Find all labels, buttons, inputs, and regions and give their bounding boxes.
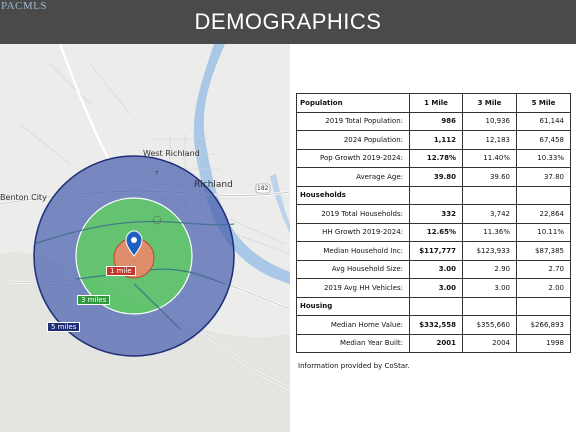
- three-mile-label: 3 miles: [77, 295, 111, 305]
- cell-3-mile: 2.90: [462, 259, 517, 279]
- column-header-5-mile: 5 Mile: [516, 93, 571, 113]
- cell-3-mile: 10,936: [462, 111, 517, 131]
- cell-3-mile: 3,742: [462, 204, 517, 224]
- cell-5-mile: 67,458: [516, 130, 571, 150]
- road-marker: 7: [155, 171, 159, 177]
- cell-5-mile: 61,144: [516, 111, 571, 131]
- cell-5-mile: 2.00: [516, 278, 571, 298]
- section-title: Housing: [296, 296, 410, 316]
- cell-1-mile: 332: [409, 204, 463, 224]
- row-label: Median Home Value:: [296, 315, 410, 335]
- cell-1-mile: 2001: [409, 333, 463, 353]
- place-label-west-richland: West Richland: [143, 149, 200, 158]
- row-label: 2024 Population:: [296, 130, 410, 150]
- row-label: Median Year Built:: [296, 333, 410, 353]
- table-row: 2019 Total Households: 332 3,742 22,864: [296, 204, 571, 224]
- row-label: Avg Household Size:: [296, 259, 410, 279]
- table-row: Avg Household Size: 3.00 2.90 2.70: [296, 259, 571, 279]
- section-header-households: Households: [296, 185, 571, 205]
- cell-1-mile: $332,558: [409, 315, 463, 335]
- section-title: Households: [296, 185, 410, 205]
- cell-5-mile: 10.33%: [516, 148, 571, 168]
- table-row: Median Household Inc: $117,777 $123,933 …: [296, 241, 571, 261]
- row-label: 2019 Total Households:: [296, 204, 410, 224]
- table-row: 2024 Population: 1,112 12,183 67,458: [296, 130, 571, 150]
- cell-1-mile: 986: [409, 111, 463, 131]
- section-title: Population: [296, 93, 410, 113]
- cell-1-mile: 12.78%: [409, 148, 463, 168]
- one-mile-label: 1 mile: [106, 266, 136, 276]
- cell-1-mile: 1,112: [409, 130, 463, 150]
- cell-1-mile: 3.00: [409, 278, 463, 298]
- cell-3-mile: $355,660: [462, 315, 517, 335]
- cell-5-mile: 2.70: [516, 259, 571, 279]
- cell-3-mile: 11.36%: [462, 222, 517, 242]
- table-row: Average Age: 39.80 39.60 37.80: [296, 167, 571, 187]
- source-note: Information provided by CoStar.: [298, 362, 410, 370]
- cell-5-mile: 37.80: [516, 167, 571, 187]
- cell-5-mile: $266,893: [516, 315, 571, 335]
- cell-3-mile: 12,183: [462, 130, 517, 150]
- table-row: HH Growth 2019-2024: 12.65% 11.36% 10.11…: [296, 222, 571, 242]
- highway-182-shield: 182: [257, 185, 269, 192]
- cell-5-mile: 10.11%: [516, 222, 571, 242]
- table-row: Median Year Built: 2001 2004 1998: [296, 333, 571, 353]
- header-bar: PACMLS DEMOGRAPHICS: [0, 0, 576, 44]
- page-title: DEMOGRAPHICS: [194, 9, 382, 34]
- cell-3-mile: 3.00: [462, 278, 517, 298]
- row-label: HH Growth 2019-2024:: [296, 222, 410, 242]
- section-header-population: Population 1 Mile 3 Mile 5 Mile: [296, 93, 571, 113]
- cell-1-mile: 3.00: [409, 259, 463, 279]
- cell-5-mile: 1998: [516, 333, 571, 353]
- row-label: 2019 Avg HH Vehicles:: [296, 278, 410, 298]
- cell-5-mile: $87,385: [516, 241, 571, 261]
- table-row: 2019 Avg HH Vehicles: 3.00 3.00 2.00: [296, 278, 571, 298]
- cell-3-mile: 2004: [462, 333, 517, 353]
- column-header-1-mile: 1 Mile: [409, 93, 463, 113]
- table-row: Median Home Value: $332,558 $355,660 $26…: [296, 315, 571, 335]
- row-label: Average Age:: [296, 167, 410, 187]
- cell-1-mile: 39.80: [409, 167, 463, 187]
- cell-3-mile: $123,933: [462, 241, 517, 261]
- table-row: Pop Growth 2019-2024: 12.78% 11.40% 10.3…: [296, 148, 571, 168]
- row-label: Median Household Inc:: [296, 241, 410, 261]
- place-label-richland: Richland: [194, 180, 233, 190]
- cell-3-mile: 11.40%: [462, 148, 517, 168]
- cell-3-mile: 39.60: [462, 167, 517, 187]
- column-header-3-mile: 3 Mile: [462, 93, 517, 113]
- cell-1-mile: 12.65%: [409, 222, 463, 242]
- radius-map[interactable]: West Richland Richland Benton City 182 7…: [0, 44, 290, 432]
- table-row: 2019 Total Population: 986 10,936 61,144: [296, 111, 571, 131]
- five-mile-label: 5 miles: [47, 322, 81, 332]
- row-label: Pop Growth 2019-2024:: [296, 148, 410, 168]
- cell-1-mile: $117,777: [409, 241, 463, 261]
- demographics-table: Population 1 Mile 3 Mile 5 Mile 2019 Tot…: [296, 93, 571, 353]
- section-header-housing: Housing: [296, 296, 571, 316]
- map-canvas: [0, 44, 290, 432]
- cell-5-mile: 22,864: [516, 204, 571, 224]
- row-label: 2019 Total Population:: [296, 111, 410, 131]
- place-label-benton-city: Benton City: [0, 193, 47, 202]
